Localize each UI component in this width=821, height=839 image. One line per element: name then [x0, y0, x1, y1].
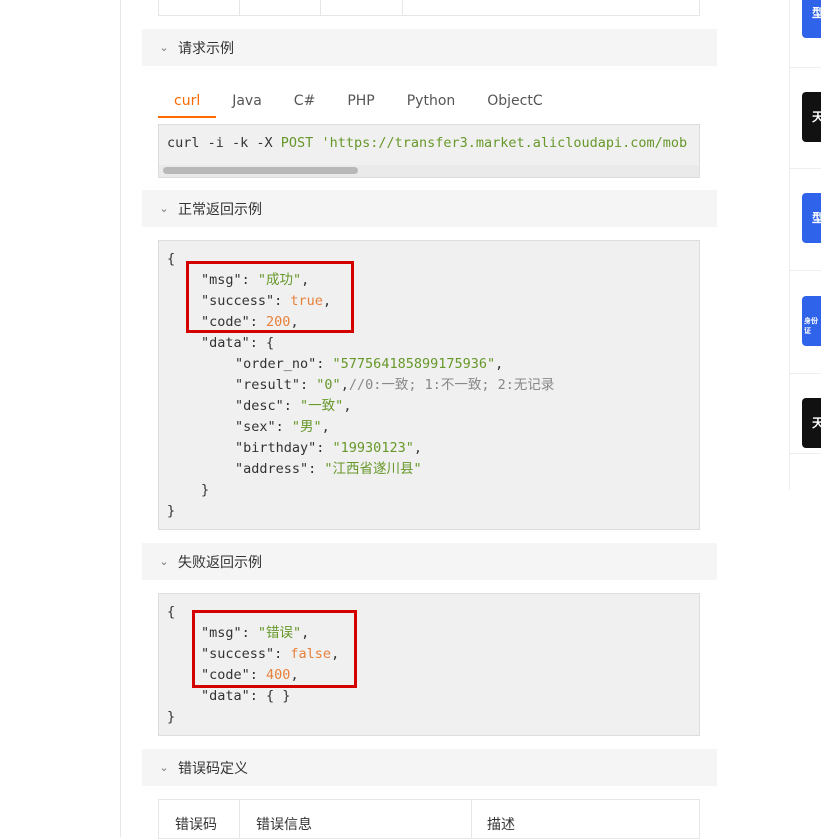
- header-error-message: 错误信息: [256, 817, 312, 833]
- code-line: "result": "0",//0:一致; 1:不一致; 2:无记录: [235, 377, 555, 393]
- chevron-down-icon: ⌄: [159, 41, 169, 54]
- section-error-codes[interactable]: ⌄ 错误码定义: [142, 749, 717, 786]
- code-line: {: [167, 604, 176, 620]
- code-line: "address": "江西省遂川县": [235, 461, 422, 477]
- header-description: 描述: [487, 817, 515, 833]
- section-fail-return[interactable]: ⌄ 失败返回示例: [142, 543, 717, 580]
- recommend-card[interactable]: 型: [802, 0, 821, 38]
- header-error-code: 错误码: [175, 817, 217, 833]
- section-request-example[interactable]: ⌄ 请求示例: [142, 29, 717, 66]
- tab-curl[interactable]: curl: [158, 86, 217, 118]
- tab-php[interactable]: PHP: [331, 86, 390, 116]
- section-title: 正常返回示例: [178, 201, 262, 218]
- curl-method: POST: [280, 135, 314, 151]
- chevron-down-icon: ⌄: [159, 555, 169, 568]
- highlight-box: [192, 610, 357, 688]
- chevron-down-icon: ⌄: [159, 202, 169, 215]
- curl-cmd: curl -i -k -X: [167, 135, 281, 151]
- code-line: }: [167, 503, 176, 519]
- code-line: }: [201, 482, 210, 498]
- scrollbar-thumb[interactable]: [163, 167, 358, 174]
- left-divider: [120, 0, 121, 837]
- recommend-card[interactable]: 天: [802, 398, 821, 448]
- code-line: "order_no": "577564185899175936",: [235, 356, 504, 372]
- tab-java[interactable]: Java: [216, 86, 278, 116]
- code-line: }: [167, 709, 176, 725]
- section-title: 请求示例: [178, 40, 234, 57]
- error-code-table: 错误码 错误信息 描述: [158, 799, 700, 839]
- curl-url: 'https://transfer3.market.alicloudapi.co…: [313, 135, 688, 151]
- code-line: "data": { }: [201, 688, 291, 704]
- curl-code-block: curl -i -k -X POST 'https://transfer3.ma…: [158, 124, 700, 178]
- section-normal-return[interactable]: ⌄ 正常返回示例: [142, 190, 717, 227]
- section-title: 错误码定义: [178, 760, 248, 777]
- code-line: "sex": "男",: [235, 419, 330, 435]
- tab-objectc[interactable]: ObjectC: [471, 86, 558, 116]
- recommend-card[interactable]: 身份证: [802, 296, 821, 346]
- section-title: 失败返回示例: [178, 554, 262, 571]
- curl-command: curl -i -k -X POST 'https://transfer3.ma…: [167, 135, 687, 151]
- recommendation-sidebar: 型 天 型 身份证 天: [789, 0, 821, 490]
- params-table-remnant: [158, 0, 700, 16]
- horizontal-scrollbar[interactable]: [159, 165, 699, 177]
- api-doc-main: ⌄ 请求示例 curl Java C# PHP Python ObjectC c…: [142, 0, 717, 839]
- chevron-down-icon: ⌄: [159, 761, 169, 774]
- language-tabs: curl Java C# PHP Python ObjectC: [158, 86, 559, 124]
- code-line: {: [167, 251, 176, 267]
- tab-python[interactable]: Python: [391, 86, 472, 116]
- recommend-card[interactable]: 天: [802, 92, 821, 142]
- tab-csharp[interactable]: C#: [278, 86, 332, 116]
- code-line: "data": {: [201, 335, 275, 351]
- highlight-box: [186, 261, 354, 333]
- recommend-card[interactable]: 型: [802, 193, 821, 243]
- code-line: "birthday": "19930123",: [235, 440, 422, 456]
- code-line: "desc": "一致",: [235, 398, 352, 414]
